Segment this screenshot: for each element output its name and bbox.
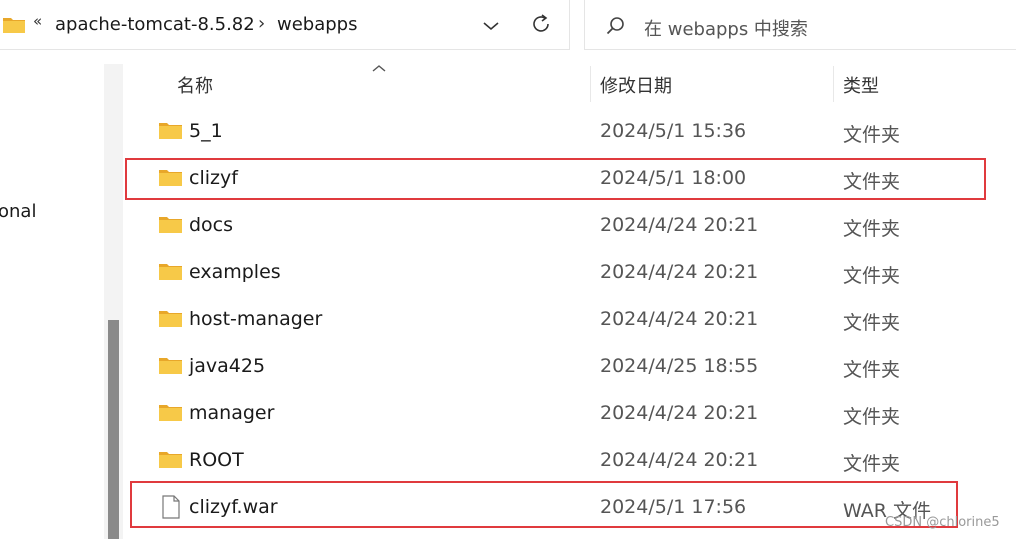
file-row[interactable]: 5_1 2024/5/1 15:36 文件夹 <box>132 109 1002 156</box>
file-name: 5_1 <box>189 120 223 142</box>
chevron-down-icon[interactable] <box>482 17 500 36</box>
file-name: ROOT <box>189 449 244 471</box>
file-row[interactable]: manager 2024/4/24 20:21 文件夹 <box>132 391 1002 438</box>
breadcrumb-apache-tomcat[interactable]: apache-tomcat-8.5.82 <box>55 14 255 35</box>
file-row[interactable]: java425 2024/4/25 18:55 文件夹 <box>132 344 1002 391</box>
highlight-box-clizyf-folder <box>125 158 986 200</box>
search-icon <box>605 15 627 41</box>
column-divider[interactable] <box>833 66 834 102</box>
column-header-name[interactable]: 名称 <box>177 72 213 98</box>
breadcrumb-separator[interactable]: › <box>258 13 265 34</box>
file-date: 2024/4/24 20:21 <box>600 449 759 471</box>
file-name: java425 <box>189 355 266 377</box>
search-box[interactable]: 在 webapps 中搜索 <box>584 0 1016 50</box>
column-header-date[interactable]: 修改日期 <box>600 72 672 98</box>
folder-icon <box>159 121 183 144</box>
nav-item-partial[interactable]: onal <box>0 201 36 222</box>
file-name: examples <box>189 261 281 283</box>
folder-icon <box>159 215 183 238</box>
folder-icon <box>2 16 26 38</box>
file-date: 2024/4/24 20:21 <box>600 214 759 236</box>
file-type: 文件夹 <box>843 406 901 428</box>
top-bar: « apache-tomcat-8.5.82 › webapps 在 webap… <box>0 0 1016 52</box>
file-date: 2024/4/24 20:21 <box>600 261 759 283</box>
nav-scrollbar-thumb[interactable] <box>108 320 119 539</box>
address-bar[interactable]: « apache-tomcat-8.5.82 › webapps <box>0 0 570 50</box>
column-divider[interactable] <box>590 66 591 102</box>
file-type: 文件夹 <box>843 218 901 240</box>
file-date: 2024/4/25 18:55 <box>600 355 759 377</box>
folder-icon <box>159 262 183 285</box>
file-date: 2024/4/24 20:21 <box>600 308 759 330</box>
folder-icon <box>159 309 183 332</box>
file-name: host-manager <box>189 308 323 330</box>
file-type: 文件夹 <box>843 359 901 381</box>
column-header-type[interactable]: 类型 <box>843 72 879 98</box>
file-date: 2024/5/1 15:36 <box>600 120 747 142</box>
file-name: docs <box>189 214 234 236</box>
overflow-crumbs-button[interactable]: « <box>33 12 42 30</box>
folder-icon <box>159 403 183 426</box>
folder-icon <box>159 356 183 379</box>
file-type: 文件夹 <box>843 124 901 146</box>
sort-ascending-icon <box>372 58 386 77</box>
folder-icon <box>159 450 183 473</box>
file-type: 文件夹 <box>843 453 901 475</box>
file-date: 2024/4/24 20:21 <box>600 402 759 424</box>
navigation-pane: onal <box>0 52 100 539</box>
file-row[interactable]: examples 2024/4/24 20:21 文件夹 <box>132 250 1002 297</box>
breadcrumb-webapps[interactable]: webapps <box>277 14 357 35</box>
file-name: manager <box>189 402 275 424</box>
file-row[interactable]: ROOT 2024/4/24 20:21 文件夹 <box>132 438 1002 485</box>
refresh-icon[interactable] <box>530 12 552 40</box>
file-row[interactable]: host-manager 2024/4/24 20:21 文件夹 <box>132 297 1002 344</box>
file-type: 文件夹 <box>843 312 901 334</box>
file-row[interactable]: docs 2024/4/24 20:21 文件夹 <box>132 203 1002 250</box>
watermark: CSDN @chlorine5 <box>885 515 1000 530</box>
file-type: 文件夹 <box>843 265 901 287</box>
highlight-box-clizyf-war <box>130 481 958 528</box>
search-placeholder: 在 webapps 中搜索 <box>644 19 808 40</box>
